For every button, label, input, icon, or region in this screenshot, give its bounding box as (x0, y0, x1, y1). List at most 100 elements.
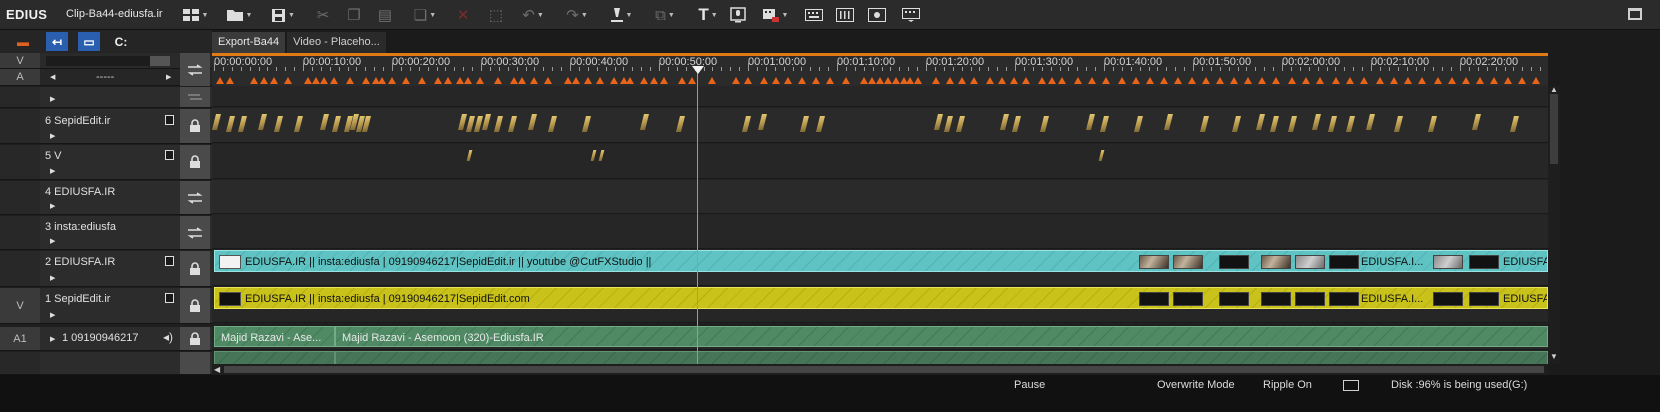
clip-thumb[interactable] (1288, 116, 1297, 132)
clip-thumb[interactable] (494, 116, 503, 132)
tab-video-placeholder[interactable]: Video - Placeho... (287, 32, 386, 53)
marker[interactable] (530, 77, 538, 84)
patch-slider-thumb[interactable] (150, 56, 170, 66)
marker[interactable] (1102, 77, 1110, 84)
playhead-line[interactable] (697, 66, 698, 364)
track-header-5[interactable]: 5 V ▶ (0, 145, 212, 180)
status-edit-mode[interactable]: Overwrite Mode (1157, 379, 1235, 391)
marker[interactable] (744, 77, 752, 84)
marker[interactable] (1490, 77, 1498, 84)
clip-thumb[interactable] (1510, 116, 1519, 132)
marker[interactable] (464, 77, 472, 84)
clip-thumb[interactable] (640, 114, 649, 130)
marker[interactable] (1146, 77, 1154, 84)
marker[interactable] (884, 77, 892, 84)
keyboard-icon[interactable] (803, 3, 825, 27)
track-name[interactable]: 1 SepidEdit.ir (45, 293, 110, 305)
expand-arrow-icon[interactable]: ▶ (50, 132, 55, 140)
clip-track-1[interactable]: EDIUSFA.IR || insta:ediusfa | 0919094621… (214, 287, 1548, 309)
marker[interactable] (812, 77, 820, 84)
marker[interactable] (1346, 77, 1354, 84)
marker[interactable] (378, 77, 386, 84)
marker[interactable] (958, 77, 966, 84)
marker[interactable] (260, 77, 268, 84)
marker[interactable] (626, 77, 634, 84)
expand-arrow-icon[interactable]: ▶ (50, 202, 55, 210)
track-name[interactable]: 4 EDIUSFA.IR (45, 186, 115, 198)
marker[interactable] (1188, 77, 1196, 84)
track-name[interactable]: 6 SepidEdit.ir (45, 115, 110, 127)
horizontal-scrollbar[interactable]: ◀ (212, 364, 1548, 375)
marker[interactable] (826, 77, 834, 84)
clip-thumb[interactable] (294, 116, 303, 132)
marker[interactable] (640, 77, 648, 84)
marker[interactable] (1390, 77, 1398, 84)
lane-track-5[interactable] (212, 144, 1548, 179)
clip-thumb[interactable] (934, 114, 943, 130)
track-side[interactable] (0, 181, 40, 214)
marker[interactable] (1160, 77, 1168, 84)
marker[interactable] (970, 77, 978, 84)
track-header-4[interactable]: 4 EDIUSFA.IR ▶ (0, 181, 212, 215)
clip-thumb[interactable] (1200, 116, 1209, 132)
clip-thumb[interactable] (944, 116, 953, 132)
clip-thumb[interactable] (1134, 116, 1143, 132)
marker[interactable] (346, 77, 354, 84)
marker[interactable] (1118, 77, 1126, 84)
marker[interactable] (1074, 77, 1082, 84)
marker[interactable] (932, 77, 940, 84)
scroll-up-icon[interactable]: ▲ (1550, 85, 1558, 94)
expand-arrow-icon[interactable]: ▶ (50, 274, 55, 282)
clip-thumb[interactable] (258, 114, 267, 130)
track-header-3[interactable]: 3 insta:ediusfa ▶ (0, 216, 212, 250)
marker[interactable] (1418, 77, 1426, 84)
marker[interactable] (1048, 77, 1056, 84)
status-ripple[interactable]: Ripple On (1263, 379, 1312, 391)
marker[interactable] (456, 77, 464, 84)
timeline-tracks[interactable]: EDIUSFA.IR || insta:ediusfa | 0919094621… (212, 86, 1548, 375)
save-icon[interactable]: ▼ (268, 3, 298, 27)
expand-arrow-icon[interactable]: ▶ (50, 167, 55, 175)
marker[interactable] (1332, 77, 1340, 84)
expand-arrow-icon[interactable]: ▶ (50, 95, 55, 103)
marker[interactable] (914, 77, 922, 84)
clip-thumb[interactable] (1472, 114, 1481, 130)
marker[interactable] (510, 77, 518, 84)
marker[interactable] (1230, 77, 1238, 84)
marker[interactable] (1258, 77, 1266, 84)
marker[interactable] (1434, 77, 1442, 84)
group-icon[interactable]: ⧉ ▼ (648, 3, 682, 27)
title-icon[interactable]: T ▼ (693, 3, 723, 27)
marker[interactable] (402, 77, 410, 84)
voice-over-icon[interactable] (727, 3, 749, 27)
track-side[interactable] (0, 109, 40, 143)
marker[interactable] (312, 77, 320, 84)
keyboard-shortcut-icon[interactable] (899, 3, 923, 27)
marker[interactable] (1058, 77, 1066, 84)
marker[interactable] (946, 77, 954, 84)
lane-track-6[interactable] (212, 108, 1548, 143)
copy-icon[interactable]: ❐ (343, 3, 365, 27)
marker[interactable] (1244, 77, 1252, 84)
marker[interactable] (250, 77, 258, 84)
maximize-icon[interactable] (1628, 8, 1642, 20)
track-side[interactable]: V (0, 288, 40, 323)
marker[interactable] (842, 77, 850, 84)
clip-thumb[interactable] (758, 114, 767, 130)
clip-thumb[interactable] (274, 116, 283, 132)
marker[interactable] (388, 77, 396, 84)
horizontal-scroll-thumb[interactable] (224, 366, 1544, 373)
clip-thumb[interactable] (466, 150, 473, 161)
marker[interactable] (650, 77, 658, 84)
marker[interactable] (868, 77, 876, 84)
sync-icon[interactable] (180, 181, 210, 214)
expand-arrow-icon[interactable]: ▶ (50, 311, 55, 319)
clip-thumb[interactable] (1098, 150, 1105, 161)
clip-thumb[interactable] (508, 116, 517, 132)
marker[interactable] (678, 77, 686, 84)
marker[interactable] (772, 77, 780, 84)
cut-icon[interactable]: ✂ (312, 3, 334, 27)
marker[interactable] (1404, 77, 1412, 84)
marker[interactable] (760, 77, 768, 84)
marker[interactable] (1202, 77, 1210, 84)
